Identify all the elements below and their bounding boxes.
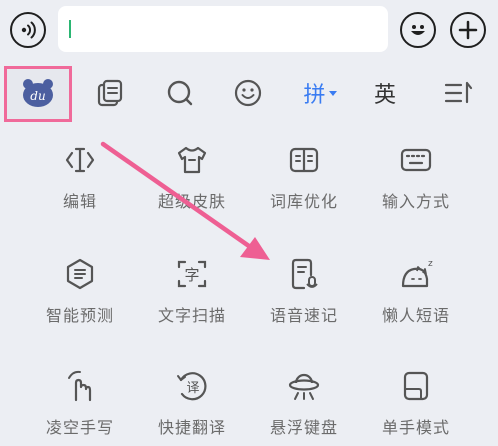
more-button[interactable]	[428, 62, 488, 124]
pinyin-switch[interactable]: 拼	[290, 62, 350, 124]
one-hand-icon	[396, 366, 436, 406]
text-caret	[69, 20, 71, 38]
input-bar	[0, 0, 498, 58]
grid-label-voice-note: 语音速记	[269, 306, 338, 325]
grid-item-smart-predict[interactable]: 智能预测	[20, 254, 140, 344]
emoji-button[interactable]	[400, 12, 436, 48]
smiley-icon	[411, 25, 425, 35]
grid-item-super-skin[interactable]: 超级皮肤	[132, 140, 252, 230]
text-input-field[interactable]	[58, 6, 388, 52]
add-button[interactable]	[450, 12, 486, 48]
svg-text:字: 字	[184, 266, 199, 284]
keyboard-toolbar: du 拼 英	[0, 62, 498, 124]
grid-label-lexicon: 词库优化	[269, 192, 338, 211]
grid-item-lazy-phrase[interactable]: z 懒人短语	[356, 254, 476, 344]
grid-item-input-method[interactable]: 输入方式	[356, 140, 476, 230]
grid-label-quick-translate: 快捷翻译	[157, 418, 226, 437]
english-label: 英	[373, 83, 396, 108]
quick-translate-icon: 译	[172, 366, 212, 406]
du-logo-text: du	[30, 89, 45, 103]
grid-item-one-hand[interactable]: 单手模式	[356, 366, 476, 446]
voice-input-button[interactable]	[10, 12, 46, 48]
svg-text:z: z	[428, 259, 433, 269]
english-switch[interactable]: 英	[355, 62, 415, 124]
more-icon	[444, 81, 473, 104]
text-scan-icon: 字	[172, 254, 212, 294]
text-cursor-icon	[60, 140, 100, 180]
grid-label-floating-keyboard: 悬浮键盘	[269, 418, 338, 437]
air-handwriting-icon	[60, 366, 100, 406]
search-icon	[167, 80, 193, 106]
grid-label-super-skin: 超级皮肤	[157, 192, 226, 211]
clipboard-button[interactable]	[80, 62, 140, 124]
grid-label-text-scan: 文字扫描	[157, 306, 226, 325]
clipboard-icon	[97, 79, 123, 107]
grid-label-air-handwriting: 凌空手写	[45, 418, 114, 437]
grid-item-text-scan[interactable]: 字 文字扫描	[132, 254, 252, 344]
grid-item-voice-note[interactable]: 语音速记	[244, 254, 364, 344]
grid-item-air-handwriting[interactable]: 凌空手写	[20, 366, 140, 446]
baidu-du-icon: du	[23, 79, 53, 107]
grid-label-one-hand: 单手模式	[381, 418, 450, 437]
grid-item-floating-keyboard[interactable]: 悬浮键盘	[244, 366, 364, 446]
search-button[interactable]	[150, 62, 210, 124]
grid-label-edit: 编辑	[62, 192, 97, 211]
keyboard-icon	[396, 140, 436, 180]
grid-label-lazy-phrase: 懒人短语	[381, 306, 450, 325]
svg-text:译: 译	[186, 381, 199, 396]
voice-note-icon	[284, 254, 324, 294]
floating-keyboard-icon	[284, 366, 324, 406]
grid-item-quick-translate[interactable]: 译 快捷翻译	[132, 366, 252, 446]
tshirt-icon	[172, 140, 212, 180]
plus-icon	[458, 20, 478, 40]
lazy-phrase-icon: z	[396, 254, 436, 294]
grid-item-lexicon[interactable]: 词库优化	[244, 140, 364, 230]
book-icon	[284, 140, 324, 180]
smart-predict-icon	[60, 254, 100, 294]
chevron-down-icon	[328, 90, 337, 96]
grid-label-input-method: 输入方式	[381, 192, 450, 211]
grid-label-smart-predict: 智能预测	[45, 306, 114, 325]
grid-item-edit[interactable]: 编辑	[20, 140, 140, 230]
emoji-panel-button[interactable]	[218, 62, 278, 124]
voice-icon	[21, 21, 36, 39]
baidu-du-button[interactable]: du	[4, 62, 72, 124]
emoji-icon	[234, 79, 262, 107]
pinyin-label: 拼	[303, 83, 326, 108]
